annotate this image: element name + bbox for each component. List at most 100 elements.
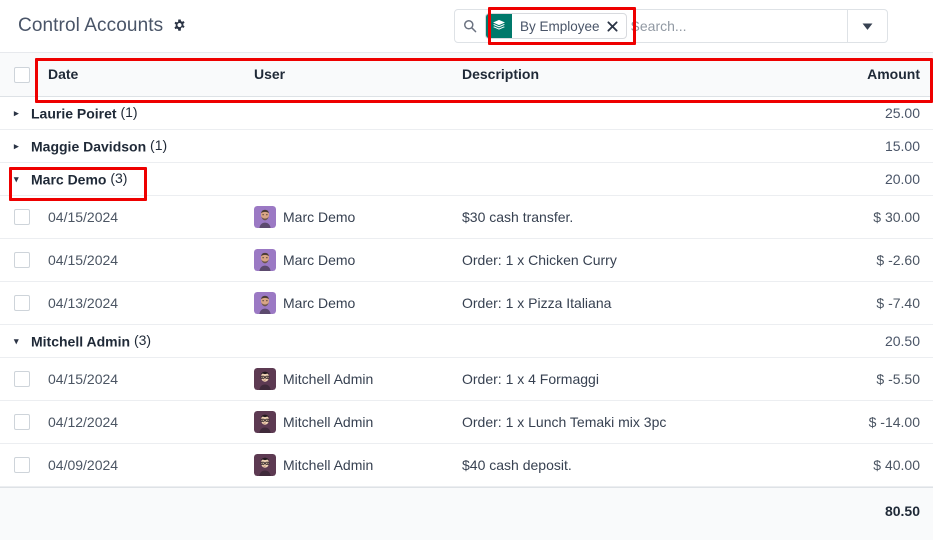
cell-user: Marc Demo [250,195,458,239]
select-all-header [0,53,42,97]
cell-user: Mitchell Admin [250,357,458,401]
select-all-checkbox[interactable] [14,66,30,83]
search-icon [455,10,485,42]
cell-amount: $ -5.50 [818,357,933,401]
column-header-description[interactable]: Description [458,53,818,97]
group-row[interactable]: ▸ Maggie Davidson (1) 15.00 [0,129,933,163]
cell-description: $30 cash transfer. [458,195,818,239]
cell-amount: $ 30.00 [818,195,933,239]
row-select-cell [0,281,42,325]
search-main: By Employee [485,10,847,42]
user-name: Marc Demo [283,251,356,268]
row-checkbox[interactable] [14,414,30,431]
table-row[interactable]: 04/09/2024 Mitchell Admin $40 cash depos… [0,443,933,487]
cell-description: Order: 1 x Lunch Temaki mix 3pc [458,400,818,444]
group-row[interactable]: ▾ Mitchell Admin (3) 20.50 [0,324,933,358]
user-name: Mitchell Admin [283,456,374,473]
row-select-cell [0,400,42,444]
column-header-date[interactable]: Date [42,53,250,97]
chevron-right-icon[interactable]: ▸ [14,141,28,151]
cell-user: Marc Demo [250,281,458,325]
column-header-user[interactable]: User [250,53,458,97]
group-count: (1) [150,136,168,153]
cell-date: 04/12/2024 [42,400,250,444]
group-header-cell[interactable]: ▾ Marc Demo (3) [0,162,818,196]
row-select-cell [0,443,42,487]
row-checkbox[interactable] [14,371,30,388]
search-input[interactable] [630,18,843,34]
cell-amount: $ 40.00 [818,443,933,487]
chevron-down-icon[interactable] [847,10,887,42]
group-name: Mitchell Admin [31,333,131,350]
column-header-amount[interactable]: Amount [818,53,933,97]
group-row[interactable]: ▸ Laurie Poiret (1) 25.00 [0,96,933,130]
cell-date: 04/15/2024 [42,195,250,239]
cell-date: 04/15/2024 [42,238,250,282]
table-row[interactable]: 04/13/2024 Marc Demo Order: 1 x Pizza It… [0,281,933,325]
cell-description: $40 cash deposit. [458,443,818,487]
page-title: Control Accounts [18,15,164,36]
table-total-row: 80.50 [0,486,933,535]
account-entries-table: Date User Description Amount ▸ Laurie Poi… [0,53,933,487]
avatar-marc-demo [254,205,276,228]
cell-user: Mitchell Admin [250,443,458,487]
view-header: Control Accounts By Employee Search... [0,0,933,52]
row-select-cell [0,195,42,239]
cell-description: Order: 1 x 4 Formaggi [458,357,818,401]
row-checkbox[interactable] [14,252,30,269]
table-header-row: Date User Description Amount [0,53,933,97]
table-row[interactable]: 04/15/2024 [0,357,933,401]
group-count: (3) [133,331,152,348]
search-facet-by-employee[interactable]: By Employee [485,13,627,39]
page-title-group: Control Accounts [18,15,187,37]
avatar-mitchell-admin [254,453,276,476]
group-header-cell[interactable]: ▾ Mitchell Admin (3) [0,324,818,358]
cell-amount: $ -14.00 [818,400,933,444]
cell-description: Order: 1 x Chicken Curry [458,238,818,282]
cell-user: Marc Demo [250,238,458,282]
search-view[interactable]: By Employee [454,9,888,43]
user-name: Mitchell Admin [283,370,374,387]
chevron-down-icon[interactable]: ▾ [14,336,28,346]
table-row[interactable]: 04/15/2024 [0,238,933,282]
group-header-cell[interactable]: ▸ Laurie Poiret (1) [0,96,818,130]
cell-date: 04/13/2024 [42,281,250,325]
cell-amount: $ -2.60 [818,238,933,282]
group-count: (3) [110,169,128,186]
table-header: Date User Description Amount [0,53,933,97]
group-row[interactable]: ▾ Marc Demo (3) 20.00 [0,162,933,196]
cell-date: 04/15/2024 [42,357,250,401]
row-checkbox[interactable] [14,209,30,226]
cell-amount: $ -7.40 [818,281,933,325]
row-checkbox[interactable] [14,295,30,312]
group-name: Marc Demo [31,171,107,188]
table-row[interactable]: 04/15/2024 [0,195,933,239]
avatar-mitchell-admin [254,367,276,390]
group-count: (1) [120,103,138,120]
table-body: ▸ Laurie Poiret (1) 25.00 ▸ Maggie Davidso… [0,96,933,487]
group-amount: 20.00 [818,162,933,196]
avatar-marc-demo [254,291,276,314]
total-amount: 80.50 [884,503,920,519]
user-name: Mitchell Admin [283,413,374,430]
group-name: Laurie Poiret [31,105,117,122]
close-icon[interactable] [607,14,626,38]
row-select-cell [0,357,42,401]
list-container: Date User Description Amount ▸ Laurie Poi… [0,52,933,540]
table-row[interactable]: 04/12/2024 Mitchell Admin Order: 1 x Lun… [0,400,933,444]
group-header-cell[interactable]: ▸ Maggie Davidson (1) [0,129,818,163]
row-checkbox[interactable] [14,457,30,474]
list-filler [0,534,933,540]
group-amount: 15.00 [818,129,933,163]
facet-label: By Employee [520,18,600,34]
gear-icon[interactable] [172,18,187,34]
control-accounts-view: Control Accounts By Employee Search... D… [0,0,933,540]
avatar-marc-demo [254,248,276,271]
group-name: Maggie Davidson [31,138,147,155]
chevron-right-icon[interactable]: ▸ [14,108,28,118]
user-name: Marc Demo [283,294,356,311]
group-amount: 20.50 [818,324,933,358]
row-select-cell [0,238,42,282]
avatar-mitchell-admin [254,410,276,433]
chevron-down-icon[interactable]: ▾ [14,174,28,184]
